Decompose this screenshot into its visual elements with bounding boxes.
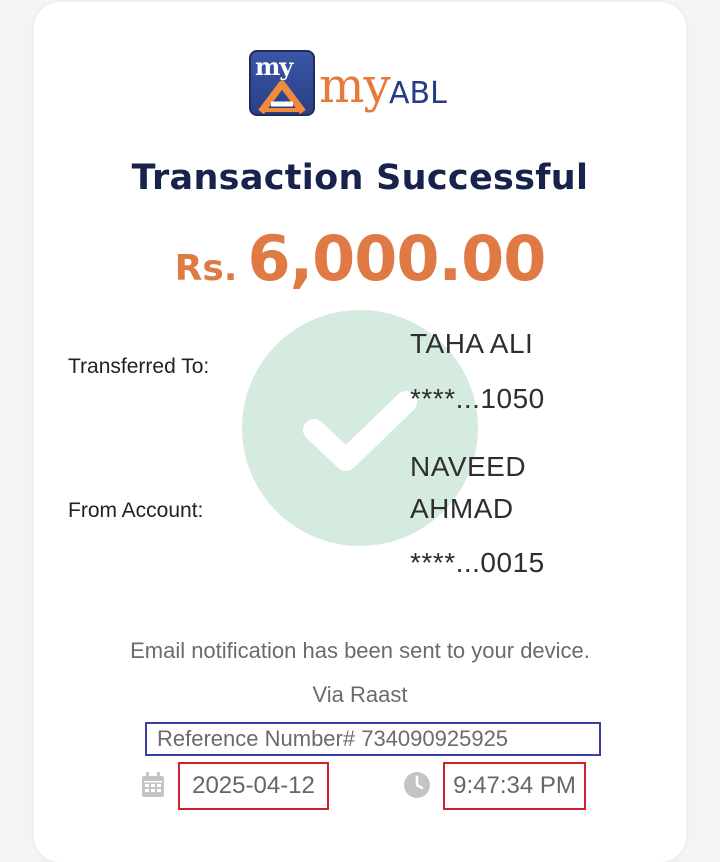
reference-number: Reference Number# 734090925925 xyxy=(145,722,601,756)
currency-label: Rs. xyxy=(174,248,238,289)
recipient-name: TAHA ALI xyxy=(410,328,534,359)
clock-icon xyxy=(404,772,430,798)
sender-name-line2: AHMAD xyxy=(410,493,514,524)
myabl-logo: my my ABL xyxy=(249,50,479,125)
transaction-date: 2025-04-12 xyxy=(178,762,329,810)
logo-a-icon xyxy=(258,80,306,114)
sender-name-line1: NAVEED xyxy=(410,451,527,482)
page-title: Transaction Successful xyxy=(131,158,589,198)
transaction-time: 9:47:34 PM xyxy=(443,762,586,810)
logo-brand-abl: ABL xyxy=(389,76,447,111)
sender-account: ****...0015 xyxy=(410,547,545,578)
via-text: Via Raast xyxy=(312,682,408,707)
logo-badge: my xyxy=(249,50,315,116)
logo-brand-my: my xyxy=(319,58,391,114)
transferred-to-label: Transferred To: xyxy=(68,355,210,378)
notification-text: Email notification has been sent to your… xyxy=(130,638,590,663)
recipient-account: ****...1050 xyxy=(410,383,545,414)
amount-value: 6,000.00 xyxy=(247,222,546,295)
calendar-icon xyxy=(142,772,164,797)
transaction-amount: Rs. 6,000.00 xyxy=(0,222,720,295)
from-account-label: From Account: xyxy=(68,499,204,522)
logo-badge-text: my xyxy=(255,52,293,81)
